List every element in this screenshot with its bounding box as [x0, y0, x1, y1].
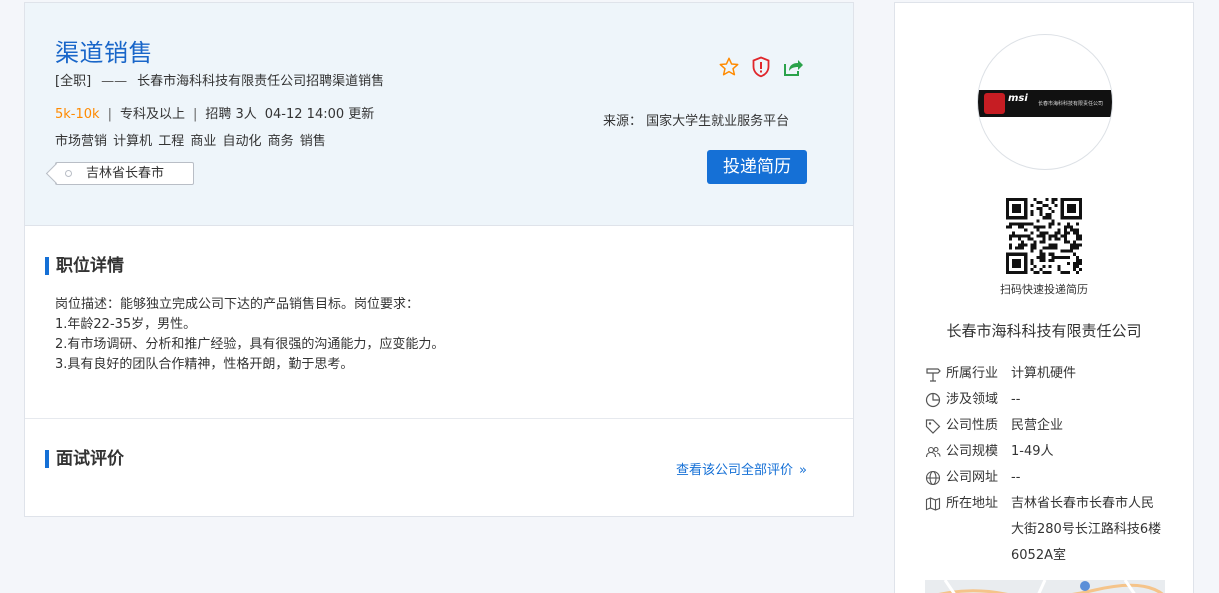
job-type: [全职]	[55, 74, 92, 89]
share-icon[interactable]	[782, 56, 804, 78]
info-row-size: 公司规模 1-49人	[925, 439, 1175, 465]
info-row-address: 所在地址 吉林省长春市长春市人民大街280号长江路科技6楼6052A室	[925, 491, 1175, 563]
education: 专科及以上	[119, 107, 185, 122]
job-actions	[718, 55, 804, 79]
location-map[interactable]	[925, 580, 1165, 593]
double-chevron-right-icon: »	[799, 463, 807, 478]
job-source: 来源： 国家大学生就业服务平台	[603, 114, 790, 129]
details-heading: 职位详情	[45, 256, 124, 276]
info-label: 公司规模	[946, 444, 999, 459]
globe-icon	[925, 470, 941, 486]
tag-icon	[925, 419, 941, 434]
info-value: 1-49人	[1011, 444, 1054, 459]
description-line: 岗位描述：能够独立完成公司下达的产品销售目标。岗位要求：	[55, 297, 420, 312]
section-divider	[25, 418, 853, 419]
dash-separator: ——	[101, 74, 128, 89]
info-row-nature: 公司性质 民营企业	[925, 413, 1175, 439]
location-tag: 吉林省长春市	[55, 162, 194, 185]
location-label: 吉林省长春市	[86, 166, 165, 181]
logo-caption: 长春市海科科技有限责任公司	[1038, 101, 1104, 107]
info-row-industry: 所属行业 计算机硬件	[925, 361, 1175, 387]
job-subline: [全职] —— 长春市海科科技有限责任公司招聘渠道销售	[55, 70, 384, 89]
logo-brand: msi	[1008, 93, 1028, 104]
info-row-field: 涉及领域 --	[925, 387, 1175, 413]
pie-icon	[925, 392, 941, 408]
tag-hole	[65, 170, 72, 177]
company-name[interactable]: 长春市海科科技有限责任公司	[895, 320, 1193, 341]
info-value: 吉林省长春市长春市人民大街280号长江路科技6楼6052A室	[1011, 496, 1162, 563]
job-meta: 5k-10k | 专科及以上 | 招聘 3人 04-12 14:00 更新	[55, 103, 374, 122]
apply-resume-button[interactable]: 投递简历	[707, 150, 807, 184]
salary: 5k-10k	[55, 107, 100, 122]
update-time: 04-12 14:00 更新	[264, 107, 375, 122]
job-main-card: 渠道销售 [全职] —— 长春市海科科技有限责任公司招聘渠道销售 5k-10k | 专科…	[24, 2, 854, 517]
logo-banner: msi 长春市海科科技有限责任公司	[978, 90, 1112, 117]
meta-separator: |	[107, 107, 112, 122]
info-row-website: 公司网址 --	[925, 465, 1175, 491]
star-icon[interactable]	[718, 56, 740, 78]
info-label: 公司性质	[946, 418, 999, 433]
review-heading: 面试评价	[45, 449, 124, 469]
all-reviews-label: 查看该公司全部评价	[676, 463, 794, 478]
recruit-count: 招聘 3人	[205, 107, 257, 122]
company-logo[interactable]: msi 长春市海科科技有限责任公司	[977, 34, 1113, 170]
description-line: 1.年龄22-35岁，男性。	[55, 317, 197, 332]
job-description: 岗位描述：能够独立完成公司下达的产品销售目标。岗位要求： 1.年龄22-35岁，…	[55, 295, 444, 375]
map-preview	[938, 580, 1164, 593]
company-info: 所属行业 计算机硬件 涉及领域 -- 公司性质 民营企业 公司规模 1-49人 …	[925, 361, 1175, 563]
industry-icon	[926, 368, 941, 382]
info-value: --	[1011, 470, 1021, 485]
info-value: 计算机硬件	[1011, 366, 1077, 381]
info-label: 所属行业	[946, 366, 999, 381]
info-value: 民营企业	[1011, 418, 1064, 433]
dragon-shield-icon	[984, 93, 1005, 114]
job-title: 渠道销售	[55, 39, 153, 67]
qr-caption: 扫码快速投递简历	[1000, 283, 1088, 296]
map-icon	[925, 497, 941, 511]
description-line: 2.有市场调研、分析和推广经验，具有很强的沟通能力，应变能力。	[55, 337, 445, 352]
all-reviews-link[interactable]: 查看该公司全部评价 »	[676, 459, 807, 478]
qr-code-icon	[1006, 198, 1082, 274]
info-label: 公司网址	[946, 470, 999, 485]
shield-alert-icon[interactable]	[750, 56, 772, 78]
company-sidebar: msi 长春市海科科技有限责任公司 扫码快速投递简历 长春市海科科技有限责任公司…	[894, 2, 1194, 593]
description-line: 3.具有良好的团队合作精神，性格开朗，勤于思考。	[55, 357, 354, 372]
info-label: 涉及领域	[946, 392, 999, 407]
job-header: 渠道销售 [全职] —— 长春市海科科技有限责任公司招聘渠道销售 5k-10k | 专科…	[25, 3, 853, 226]
meta-separator: |	[192, 107, 198, 122]
company-headline[interactable]: 长春市海科科技有限责任公司招聘渠道销售	[137, 74, 384, 89]
info-label: 所在地址	[946, 496, 999, 511]
job-tags: 市场营销 计算机 工程 商业 自动化 商务 销售	[55, 134, 326, 149]
people-icon	[925, 446, 941, 458]
info-value: --	[1011, 392, 1021, 407]
